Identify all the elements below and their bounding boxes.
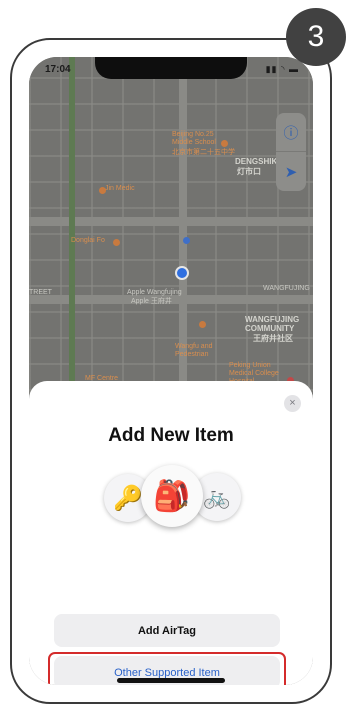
poi-school	[221, 140, 228, 147]
map-label-dengshi-cn: 灯市口	[237, 167, 261, 176]
map-label-school: Beijing No.25 Middle School	[172, 131, 216, 146]
home-indicator	[117, 678, 225, 683]
current-location-dot	[175, 266, 189, 280]
info-icon: ⓘ	[283, 124, 299, 142]
map-label-dengshi: DENGSHIK	[235, 157, 278, 166]
close-button[interactable]: ×	[284, 395, 301, 412]
map-label-community-cn: 王府井社区	[253, 334, 293, 343]
add-item-sheet: × Add New Item 🔑 🚲 🎒 Add AirTag Other Su…	[29, 381, 313, 685]
map-label-jin-medic: Jin Medic	[105, 185, 135, 192]
poi-donglai	[113, 239, 120, 246]
backpack-icon: 🎒	[153, 479, 191, 513]
map-locate-button[interactable]: ➤	[276, 152, 306, 191]
map-info-button[interactable]: ⓘ	[276, 113, 306, 152]
map-controls: ⓘ ➤	[276, 113, 306, 191]
map-label-wangfu: Wangfu and Pedestrian	[175, 343, 213, 358]
backpack-item-bubble: 🎒	[141, 465, 203, 527]
map-label-donglai: Donglai Fo	[71, 237, 105, 244]
key-icon: 🔑	[113, 484, 143, 512]
sheet-title: Add New Item	[108, 425, 234, 446]
poi-jin-medic	[99, 187, 106, 194]
notch	[95, 57, 247, 79]
step-number-badge: 3	[286, 8, 346, 66]
bicycle-icon: 🚲	[203, 484, 231, 509]
poi-food	[199, 321, 206, 328]
phone-frame: Beijing No.25 Middle School 北京市第二十五中学 DE…	[10, 38, 332, 704]
map-label-wangfujing-street: WANGFUJING	[263, 285, 310, 292]
map-label-school-cn: 北京市第二十五中学	[172, 149, 235, 156]
status-time: 17:04	[45, 64, 71, 75]
map-view[interactable]: Beijing No.25 Middle School 北京市第二十五中学 DE…	[29, 57, 313, 417]
poi-metro	[183, 237, 190, 244]
status-icons: ▮▮ ◝ ▬	[265, 64, 299, 74]
map-label-apple-cn: Apple 王府井	[131, 298, 172, 305]
add-airtag-button[interactable]: Add AirTag	[54, 614, 280, 647]
location-arrow-icon: ➤	[284, 163, 298, 181]
map-label-community: WANGFUJING COMMUNITY	[245, 315, 300, 333]
map-label-street: TREET	[29, 289, 52, 296]
phone-screen: Beijing No.25 Middle School 北京市第二十五中学 DE…	[29, 57, 313, 685]
map-label-apple: Apple Wangfujing	[127, 289, 182, 296]
